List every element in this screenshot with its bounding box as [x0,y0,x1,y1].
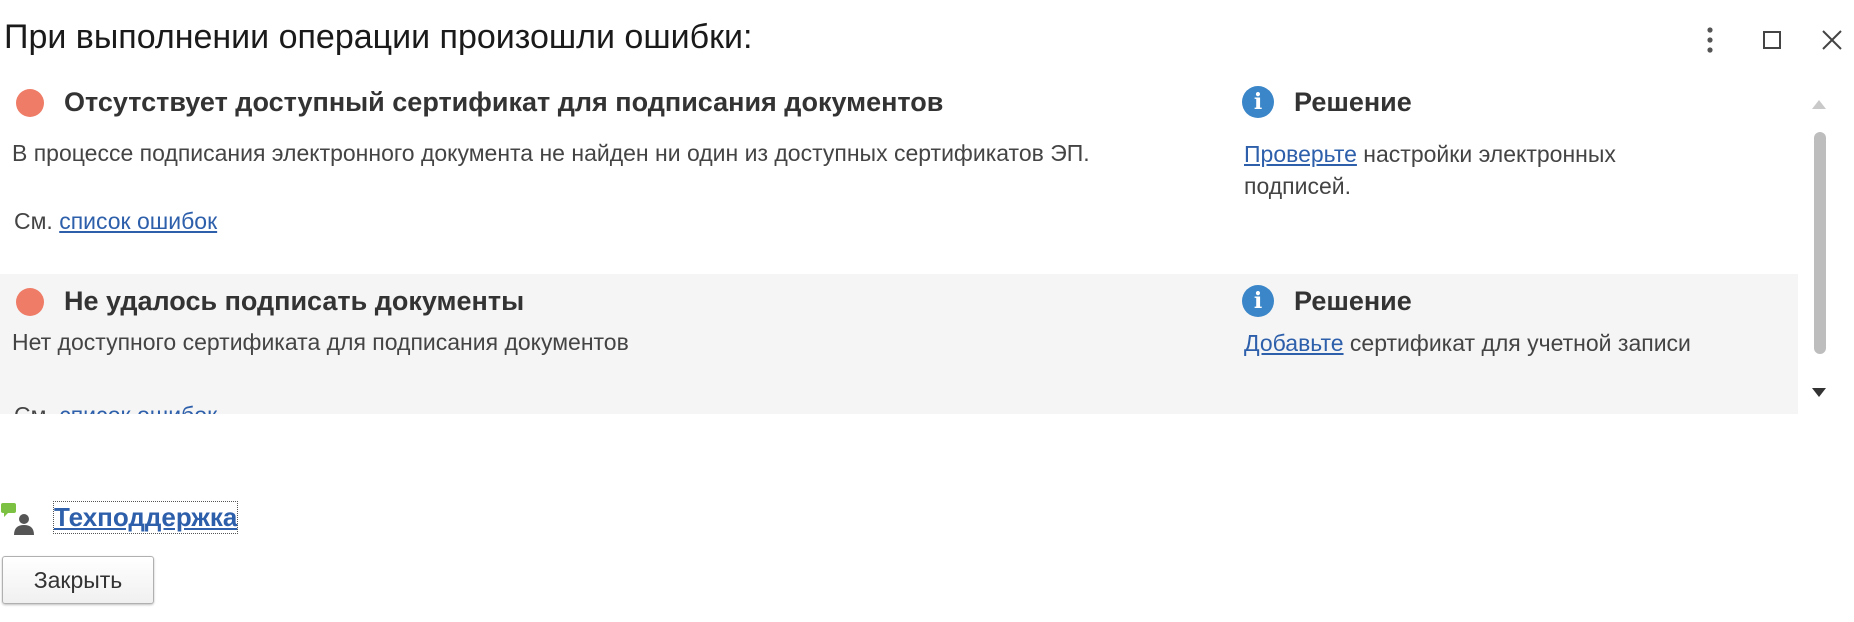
maximize-button[interactable] [1754,22,1790,58]
info-icon: i [1242,285,1274,317]
dialog-title: При выполнении операции произошли ошибки… [4,18,753,56]
error-list-link[interactable]: список ошибок [59,402,217,414]
close-window-button[interactable] [1814,22,1850,58]
error-item: Не удалось подписать документы Нет досту… [0,274,1798,414]
close-icon [1822,30,1842,50]
maximize-icon [1763,31,1781,49]
check-settings-link[interactable]: Проверьте [1244,141,1357,167]
error-indicator-icon [16,288,44,316]
support-chat-icon [1,503,34,535]
error-description: В процессе подписания электронного докум… [12,140,1090,166]
see-errors-line: См. список ошибок [14,208,217,235]
support-row: Техподдержка [0,496,280,540]
solution-text-rest: сертификат для учетной записи [1343,330,1691,356]
solution-title: Решение [1294,87,1412,117]
solution-text: Добавьте сертификат для учетной записи [1244,327,1764,359]
see-errors-line: См. список ошибок [14,402,217,414]
solution-title: Решение [1294,286,1412,316]
error-indicator-icon [16,89,44,117]
info-icon: i [1242,86,1274,118]
vertical-scrollbar[interactable] [1806,94,1834,404]
see-prefix: См. [14,208,53,234]
error-item: Отсутствует доступный сертификат для под… [0,72,1798,274]
scrollbar-thumb[interactable] [1814,132,1826,354]
more-options-button[interactable] [1692,22,1728,58]
error-list-link[interactable]: список ошибок [59,208,217,234]
scroll-up-icon[interactable] [1812,100,1826,109]
error-title: Не удалось подписать документы [64,286,525,316]
see-prefix: См. [14,402,53,414]
error-description: Нет доступного сертификата для подписани… [12,329,629,355]
close-button[interactable]: Закрыть [2,556,154,604]
support-link[interactable]: Техподдержка [52,501,239,534]
scroll-down-icon[interactable] [1812,388,1826,397]
more-vertical-icon [1707,27,1713,53]
error-title: Отсутствует доступный сертификат для под… [64,87,944,117]
solution-text: Проверьте настройки электронных подписей… [1244,138,1714,202]
add-certificate-link[interactable]: Добавьте [1244,330,1344,356]
error-list[interactable]: Отсутствует доступный сертификат для под… [0,72,1798,414]
